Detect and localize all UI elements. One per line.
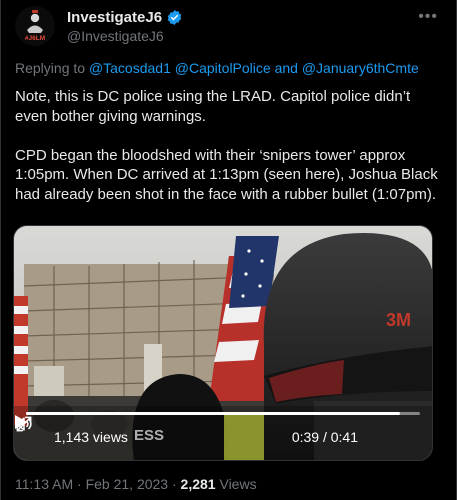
author-display-name[interactable]: InvestigateJ6 [67,9,162,26]
replying-to: Replying to @Tacosdad1 @CapitolPolice an… [15,60,419,76]
meta-separator: · [77,476,82,492]
helmet-logo: 3M [386,310,411,330]
verified-badge-icon [167,9,182,25]
view-count: 2,281 [180,476,216,492]
video-view-count: 1,143 views [54,429,128,445]
tweet-paragraph: CPD began the bloodshed with their ‘snip… [15,146,438,203]
tweet-text: Note, this is DC police using the LRAD. … [15,87,440,224]
video-controls: 1,143 views 0:39 / 0:41 [14,414,432,460]
investigatej6-logo-icon: #J6LM [15,6,55,46]
meta-separator: · [171,476,177,492]
tweet-paragraph: Note, this is DC police using the LRAD. … [15,88,411,125]
svg-text:#J6LM: #J6LM [25,35,45,42]
tweet-time[interactable]: 11:13 AM [15,476,73,492]
avatar[interactable]: #J6LM [15,6,55,46]
mention-link[interactable]: @CapitolPolice [175,60,271,76]
video-player[interactable]: 3M ESS 1,143 views 0:39 / 0:41 [13,225,433,461]
video-time: 0:39 / 0:41 [291,429,358,445]
replying-to-label: Replying to [15,60,86,76]
tweet-date[interactable]: Feb 21, 2023 [86,476,169,492]
mention-conjunction: and [274,60,298,76]
more-options-icon[interactable]: ••• [418,8,438,26]
tweet-header: #J6LM InvestigateJ6 @InvestigateJ6 ••• [15,0,442,52]
tweet-meta: 11:13 AM · Feb 21, 2023 · 2,281 Views [15,476,257,492]
author-handle[interactable]: @InvestigateJ6 [67,28,183,44]
fullscreen-icon[interactable] [14,414,34,434]
views-label: Views [219,476,257,492]
mention-link[interactable]: @January6thCmte [302,60,419,76]
mention-link[interactable]: @Tacosdad1 [89,60,171,76]
tweet: #J6LM InvestigateJ6 @InvestigateJ6 ••• R… [0,0,457,500]
